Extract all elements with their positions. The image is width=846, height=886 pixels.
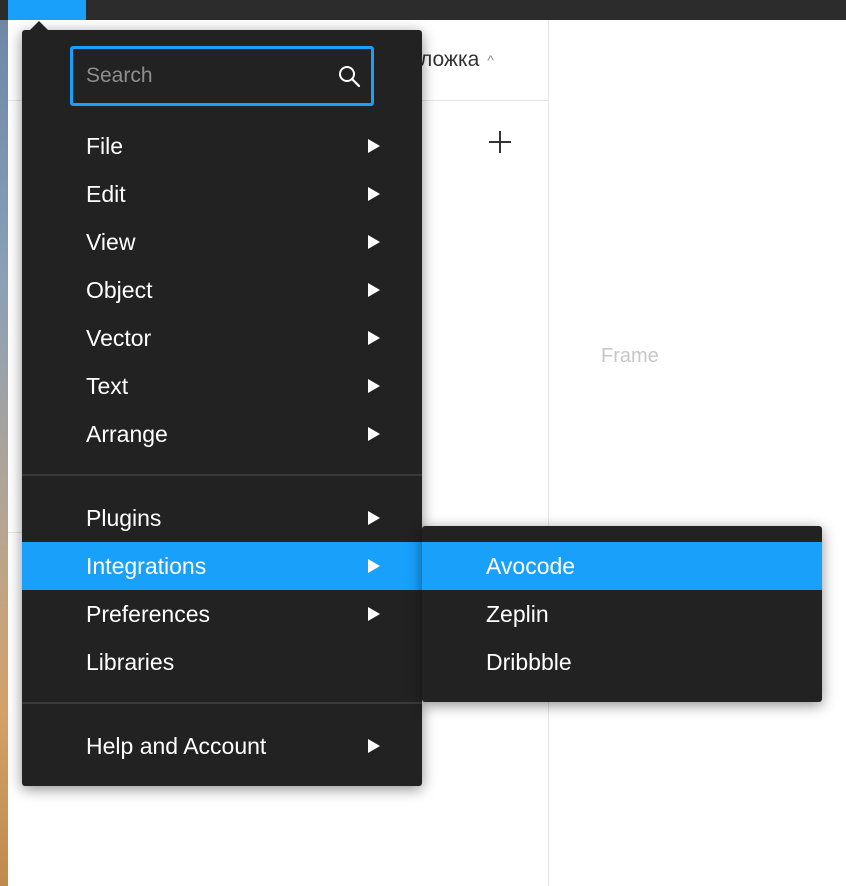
page-selector[interactable]: ложка ^ (420, 46, 494, 74)
menu-item-object[interactable]: Object (22, 266, 422, 314)
submenu-item-dribbble[interactable]: Dribbble (422, 638, 822, 686)
chevron-right-icon (368, 379, 380, 393)
page-selector-label: ложка (420, 48, 480, 71)
top-toolbar (0, 0, 846, 20)
menu-item-plugins[interactable]: Plugins (22, 494, 422, 542)
integrations-submenu: Avocode Zeplin Dribbble (422, 526, 822, 702)
chevron-right-icon (368, 739, 380, 753)
main-menu-button[interactable] (8, 0, 86, 20)
chevron-right-icon (368, 511, 380, 525)
menu-item-label: Help and Account (86, 733, 267, 759)
menu-item-file[interactable]: File (22, 122, 422, 170)
submenu-item-label: Avocode (486, 553, 576, 579)
menu-item-preferences[interactable]: Preferences (22, 590, 422, 638)
menu-divider (22, 702, 422, 704)
menu-item-label: Vector (86, 325, 152, 351)
search-icon (339, 66, 361, 88)
chevron-right-icon (368, 559, 380, 573)
menu-item-view[interactable]: View (22, 218, 422, 266)
chevron-right-icon (368, 187, 380, 201)
menu-item-edit[interactable]: Edit (22, 170, 422, 218)
menu-item-label: Arrange (86, 421, 168, 447)
menu-item-label: Preferences (86, 601, 211, 627)
menu-item-label: File (86, 133, 124, 159)
chevron-up-icon: ^ (487, 52, 494, 68)
menu-item-vector[interactable]: Vector (22, 314, 422, 362)
submenu-item-zeplin[interactable]: Zeplin (422, 590, 822, 638)
menu-item-label: Libraries (86, 649, 175, 675)
desktop-wallpaper (0, 20, 8, 886)
submenu-item-avocode[interactable]: Avocode (422, 542, 822, 590)
chevron-right-icon (368, 283, 380, 297)
main-menu: File Edit View Object Vector Text Arrang… (22, 21, 422, 786)
chevron-right-icon (368, 427, 380, 441)
layers-divider (8, 532, 22, 533)
chevron-right-icon (368, 607, 380, 621)
chevron-right-icon (368, 139, 380, 153)
search-input[interactable] (86, 49, 326, 103)
search-field[interactable] (70, 46, 374, 106)
menu-item-help-and-account[interactable]: Help and Account (22, 722, 422, 770)
menu-divider (22, 474, 422, 476)
menu-item-label: Object (86, 277, 153, 303)
menu-item-label: Plugins (86, 505, 162, 531)
menu-item-integrations[interactable]: Integrations (22, 542, 422, 590)
chevron-right-icon (368, 235, 380, 249)
menu-item-label: Edit (86, 181, 126, 207)
plus-icon[interactable] (488, 130, 512, 154)
menu-item-libraries[interactable]: Libraries (22, 638, 422, 686)
menu-item-arrange[interactable]: Arrange (22, 410, 422, 458)
submenu-item-label: Dribbble (486, 649, 572, 675)
menu-item-label: Text (86, 373, 129, 399)
frame-label: Frame (601, 345, 659, 367)
menu-item-text[interactable]: Text (22, 362, 422, 410)
menu-item-label: Integrations (86, 553, 207, 579)
panel-divider (548, 20, 549, 886)
chevron-right-icon (368, 331, 380, 345)
menu-item-label: View (86, 229, 136, 255)
submenu-item-label: Zeplin (486, 601, 549, 627)
menu-caret (30, 21, 48, 30)
